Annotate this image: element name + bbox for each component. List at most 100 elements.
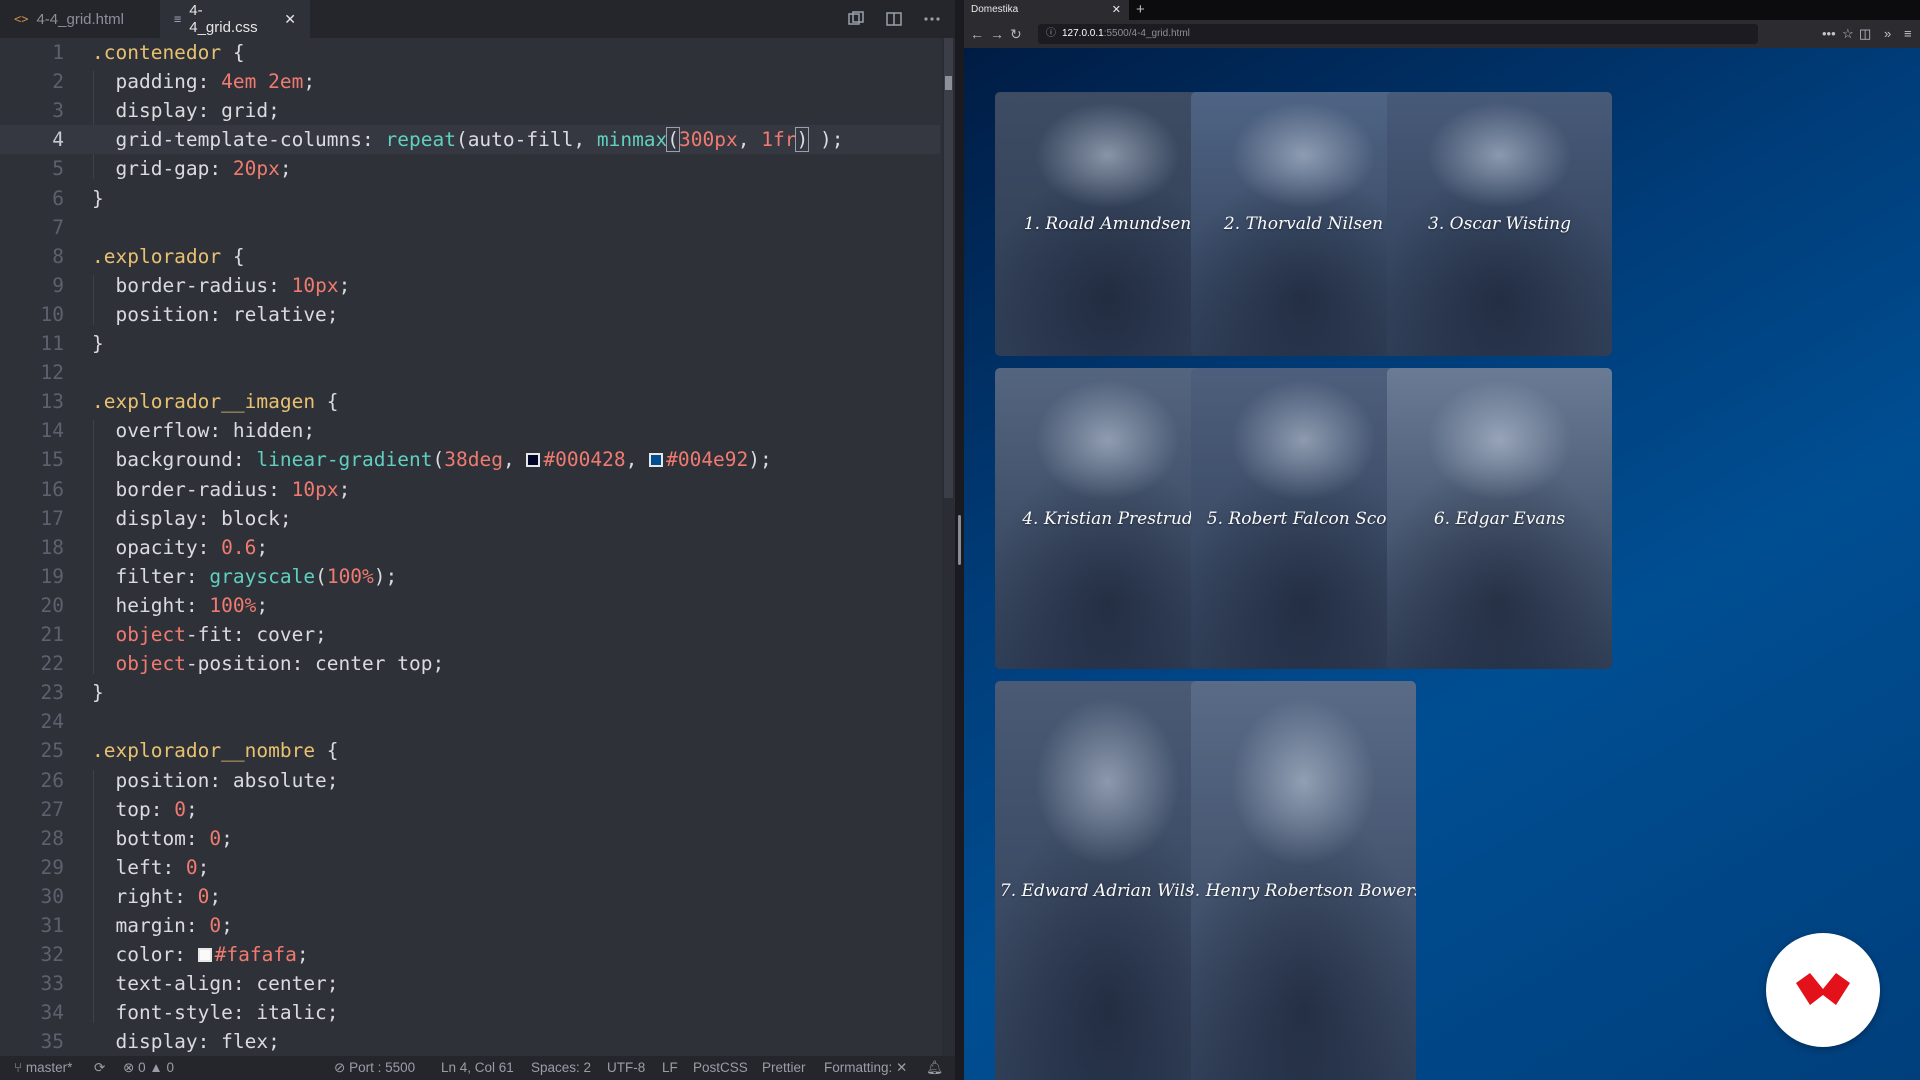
code-token: left: xyxy=(92,855,186,879)
code-line[interactable]: 6} xyxy=(0,184,940,213)
color-swatch-icon[interactable] xyxy=(526,453,541,468)
code-token: grid-template-columns: xyxy=(92,128,386,152)
indentation[interactable]: Spaces: 2 xyxy=(531,1056,591,1080)
prettier-status[interactable]: Prettier xyxy=(762,1056,806,1080)
browser-tab[interactable]: Domestika ✕ xyxy=(964,0,1129,20)
code-line[interactable]: 31 margin: 0; xyxy=(0,911,940,940)
overflow-chevron-icon[interactable]: » xyxy=(1884,20,1891,48)
explorer-card[interactable]: 8. Henry Robertson Bowers xyxy=(1191,681,1416,1080)
code-area[interactable]: 1 .contenedor {2 padding: 4em 2em; 3 displ… xyxy=(0,38,940,1058)
code-line[interactable]: 1 .contenedor { xyxy=(0,38,940,67)
tab-html-file[interactable]: <> 4-4_grid.html xyxy=(0,0,165,38)
pane-divider[interactable] xyxy=(955,0,964,1080)
split-editor-icon[interactable] xyxy=(885,10,903,28)
cursor-position[interactable]: Ln 4, Col 61 xyxy=(441,1056,514,1080)
code-line[interactable]: 23} xyxy=(0,678,940,707)
code-line[interactable]: 33 text-align: center; xyxy=(0,969,940,998)
code-token: padding: xyxy=(92,70,222,94)
explorer-card[interactable]: 3. Oscar Wisting xyxy=(1387,92,1612,356)
formatting-status[interactable]: Formatting: ✕ xyxy=(824,1056,907,1080)
code-line[interactable]: 26 position: absolute; xyxy=(0,766,940,795)
forward-icon[interactable]: → xyxy=(990,20,1004,48)
url-path: :5500/4-4_grid.html xyxy=(1103,28,1190,39)
explorer-card[interactable]: 6. Edgar Evans xyxy=(1387,368,1612,669)
color-swatch-icon[interactable] xyxy=(649,453,664,468)
code-line[interactable]: 25 .explorador__nombre { xyxy=(0,736,940,765)
bookmark-star-icon[interactable]: ☆ xyxy=(1842,20,1854,48)
code-line[interactable]: 27 top: 0; xyxy=(0,795,940,824)
code-line[interactable]: 2 padding: 4em 2em; xyxy=(0,67,940,96)
explorer-name: 6. Edgar Evans xyxy=(1433,508,1566,529)
explorer-card[interactable]: 7. Edward Adrian Wilson xyxy=(995,681,1220,1080)
code-line[interactable]: 9 border-radius: 10px; xyxy=(0,271,940,300)
code-line[interactable]: 24 xyxy=(0,707,940,736)
code-line[interactable]: 15 background: linear-gradient(38deg, #0… xyxy=(0,445,940,474)
problems-indicator[interactable]: ⊗ 0 ▲ 0 xyxy=(123,1056,174,1080)
code-token: display: grid; xyxy=(92,99,280,123)
code-line[interactable]: 35 display: flex; xyxy=(0,1027,940,1056)
code-line[interactable]: 10 position: relative; xyxy=(0,300,940,329)
git-branch[interactable]: ⑂ master* xyxy=(14,1056,72,1080)
code-line[interactable]: 4 grid-template-columns: repeat(auto-fil… xyxy=(0,125,940,155)
code-token: ) xyxy=(795,127,810,153)
code-line[interactable]: 34 font-style: italic; xyxy=(0,998,940,1027)
more-actions-icon[interactable] xyxy=(923,10,941,28)
explorer-card[interactable]: 1. Roald Amundsen xyxy=(995,92,1220,356)
code-line[interactable]: 32 color: #fafafa; xyxy=(0,940,940,969)
notifications-bell-icon[interactable]: 🔔︎ xyxy=(926,1056,943,1080)
file-encoding[interactable]: UTF-8 xyxy=(607,1056,645,1080)
code-line[interactable]: 22 object-position: center top; xyxy=(0,649,940,678)
line-text: left: 0; xyxy=(92,853,209,882)
code-line[interactable]: 21 object-fit: cover; xyxy=(0,620,940,649)
code-token: object xyxy=(92,652,186,676)
color-swatch-icon[interactable] xyxy=(197,948,212,963)
code-line[interactable]: 18 opacity: 0.6; xyxy=(0,533,940,562)
live-server-port[interactable]: ⊘ Port : 5500 xyxy=(334,1056,415,1080)
open-changes-icon[interactable] xyxy=(847,10,865,28)
code-line[interactable]: 19 filter: grayscale(100%); xyxy=(0,562,940,591)
reload-icon[interactable]: ↻ xyxy=(1010,20,1022,48)
code-editor[interactable]: <> 4-4_grid.html ≡ 4-4_grid.css ✕ 1 .cont… xyxy=(0,0,955,1080)
code-line[interactable]: 16 border-radius: 10px; xyxy=(0,475,940,504)
scrollbar-thumb[interactable] xyxy=(944,38,953,498)
code-token: 0 xyxy=(197,884,210,908)
code-line[interactable]: 14 overflow: hidden; xyxy=(0,416,940,445)
code-token: #fafafa xyxy=(214,943,297,967)
code-token: linear-gradient xyxy=(256,448,433,472)
code-line[interactable]: 30 right: 0; xyxy=(0,882,940,911)
code-line[interactable]: 29 left: 0; xyxy=(0,853,940,882)
code-line[interactable]: 28 bottom: 0; xyxy=(0,824,940,853)
site-info-icon[interactable]: ⓘ xyxy=(1046,24,1056,44)
tab-css-file[interactable]: ≡ 4-4_grid.css ✕ xyxy=(160,0,310,38)
code-line[interactable]: 11} xyxy=(0,329,940,358)
explorer-card[interactable]: 5. Robert Falcon Scott xyxy=(1191,368,1416,669)
language-mode[interactable]: PostCSS xyxy=(693,1056,748,1080)
page-actions-icon[interactable]: ••• xyxy=(1822,20,1836,48)
code-line[interactable]: 12 xyxy=(0,358,940,387)
divider-grip[interactable] xyxy=(958,515,961,565)
hamburger-menu-icon[interactable]: ≡ xyxy=(1904,20,1912,48)
close-tab-icon[interactable]: ✕ xyxy=(284,11,296,28)
url-bar[interactable]: ⓘ 127.0.0.1:5500/4-4_grid.html xyxy=(1038,24,1758,44)
code-token: 10px xyxy=(291,273,339,297)
code-line[interactable]: 13 .explorador__imagen { xyxy=(0,387,940,416)
code-line[interactable]: 7 xyxy=(0,213,940,242)
code-token: text-align: center; xyxy=(92,972,339,996)
sync-icon[interactable]: ⟳ xyxy=(94,1056,105,1080)
pocket-icon[interactable]: ◫ xyxy=(1859,20,1871,48)
code-line[interactable]: 17 display: block; xyxy=(0,504,940,533)
code-token: grayscale xyxy=(209,564,316,588)
editor-scrollbar[interactable] xyxy=(942,38,955,1058)
code-token: , xyxy=(737,128,762,152)
code-line[interactable]: 5 grid-gap: 20px; xyxy=(0,154,940,183)
end-of-line[interactable]: LF xyxy=(662,1056,678,1080)
explorer-card[interactable]: 4. Kristian Prestrud xyxy=(995,368,1220,669)
code-line[interactable]: 3 display: grid; xyxy=(0,96,940,125)
back-icon[interactable]: ← xyxy=(970,20,984,48)
close-tab-icon[interactable]: ✕ xyxy=(1112,0,1121,20)
code-token: { xyxy=(221,244,245,268)
explorer-card[interactable]: 2. Thorvald Nilsen xyxy=(1191,92,1416,356)
code-line[interactable]: 20 height: 100%; xyxy=(0,591,940,620)
code-line[interactable]: 8 .explorador { xyxy=(0,242,940,271)
new-tab-button[interactable]: + xyxy=(1136,0,1145,20)
